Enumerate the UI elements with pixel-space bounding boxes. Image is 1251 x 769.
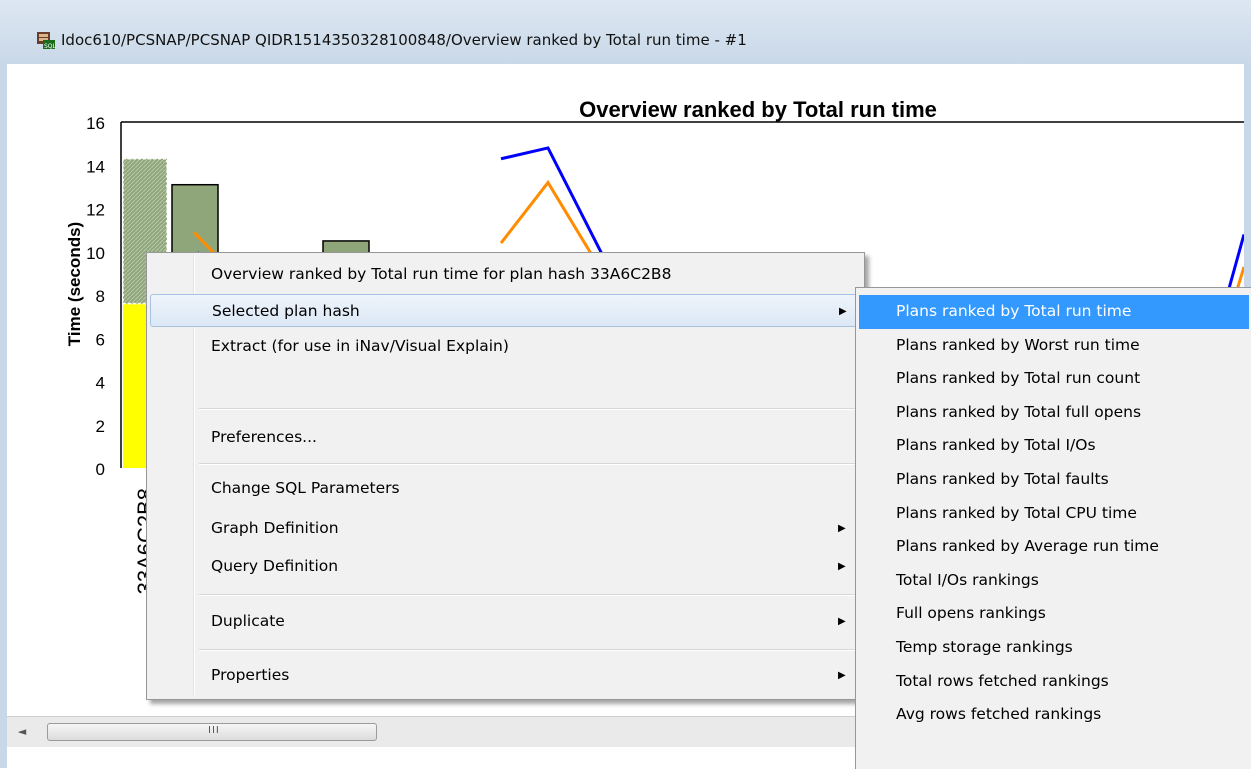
submenu-item-temp-storage-rankings[interactable]: Temp storage rankings [859, 631, 1249, 665]
menu-separator [199, 408, 859, 410]
menu-item-duplicate[interactable]: Duplicate ▶ [150, 605, 859, 638]
menu-item-label: Selected plan hash [212, 302, 360, 320]
submenu-item-plans-average-run-time[interactable]: Plans ranked by Average run time [859, 530, 1249, 564]
submenu-item-plans-total-run-time[interactable]: Plans ranked by Total run time [859, 295, 1249, 329]
scrollbar-thumb[interactable]: III [47, 723, 377, 741]
menu-item-properties[interactable]: Properties ▶ [150, 659, 859, 692]
menu-item-change-sql-parameters[interactable]: Change SQL Parameters [150, 472, 859, 505]
submenu-item-label: Total I/Os rankings [896, 570, 1039, 589]
y-tick-label: 14 [86, 157, 105, 176]
menu-item-selected-plan-hash[interactable]: Selected plan hash ▶ [150, 294, 859, 327]
submenu-item-label: Plans ranked by Total CPU time [896, 503, 1137, 522]
y-tick-label: 8 [96, 287, 105, 306]
menu-item-label: Extract (for use in iNav/Visual Explain) [211, 337, 509, 355]
menu-item-overview-for-plan-hash[interactable]: Overview ranked by Total run time for pl… [150, 258, 859, 291]
scroll-left-arrow-icon[interactable]: ◄ [7, 717, 37, 747]
menu-separator [199, 594, 859, 596]
menu-item-graph-definition[interactable]: Graph Definition ▶ [150, 512, 859, 545]
menu-item-label: Change SQL Parameters [211, 479, 400, 497]
submenu-arrow-icon: ▶ [838, 616, 846, 627]
submenu-item-label: Plans ranked by Total full opens [896, 402, 1142, 421]
submenu-item-plans-worst-run-time[interactable]: Plans ranked by Worst run time [859, 329, 1249, 363]
y-tick-label: 2 [96, 417, 105, 436]
submenu-item-label: Plans ranked by Average run time [896, 537, 1159, 556]
submenu-item-label: Plans ranked by Total run count [896, 369, 1141, 388]
menu-item-label: Query Definition [211, 557, 339, 575]
y-tick-label: 10 [86, 244, 105, 263]
submenu-item-label: Plans ranked by Total faults [896, 470, 1109, 488]
y-tick-label: 0 [96, 460, 105, 479]
menu-item-label: Properties [211, 666, 290, 684]
y-tick-label: 16 [86, 114, 105, 133]
menu-separator [199, 649, 859, 651]
chart-title: Overview ranked by Total run time [579, 97, 937, 122]
context-menu: Overview ranked by Total run time for pl… [146, 252, 865, 700]
plan-hash-submenu: Plans ranked by Total run time Plans ran… [855, 287, 1251, 769]
submenu-item-plans-total-ios[interactable]: Plans ranked by Total I/Os [859, 429, 1249, 463]
menu-item-preferences[interactable]: Preferences... [150, 421, 859, 454]
submenu-item-plans-total-run-count[interactable]: Plans ranked by Total run count [859, 362, 1249, 396]
menu-item-label: Overview ranked by Total run time for pl… [211, 265, 672, 283]
submenu-item-plans-total-cpu-time[interactable]: Plans ranked by Total CPU time [859, 497, 1249, 531]
submenu-arrow-icon: ▶ [838, 561, 846, 572]
submenu-arrow-icon: ▶ [838, 670, 846, 681]
menu-separator [199, 463, 859, 465]
menu-item-label: Duplicate [211, 612, 285, 630]
submenu-item-total-rows-fetched-rankings[interactable]: Total rows fetched rankings [859, 665, 1249, 699]
submenu-item-plans-total-faults[interactable]: Plans ranked by Total faults [859, 463, 1249, 497]
submenu-arrow-icon: ▶ [839, 306, 847, 317]
database-sql-icon: SQL [37, 32, 56, 50]
window-title: Idoc610/PCSNAP/PCSNAP QIDR15143503281008… [61, 31, 747, 49]
submenu-arrow-icon: ▶ [838, 523, 846, 534]
submenu-item-full-opens-rankings[interactable]: Full opens rankings [859, 597, 1249, 631]
y-axis-label: Time (seconds) [65, 222, 84, 346]
submenu-item-total-ios-rankings[interactable]: Total I/Os rankings [859, 564, 1249, 598]
submenu-item-label: Total rows fetched rankings [896, 671, 1109, 690]
submenu-item-label: Full opens rankings [896, 604, 1046, 623]
svg-text:SQL: SQL [44, 43, 56, 50]
submenu-item-label: Avg rows fetched rankings [896, 705, 1102, 724]
submenu-item-label: Plans ranked by Total run time [896, 302, 1132, 320]
window-frame-left [0, 64, 7, 768]
window-titlebar: SQL Idoc610/PCSNAP/PCSNAP QIDR1514350328… [0, 0, 1251, 65]
horizontal-scrollbar[interactable]: ◄ III [7, 716, 857, 747]
y-tick-label: 4 [96, 374, 105, 393]
y-tick-label: 12 [86, 201, 105, 220]
submenu-item-plans-total-full-opens[interactable]: Plans ranked by Total full opens [859, 396, 1249, 430]
menu-item-extract[interactable]: Extract (for use in iNav/Visual Explain) [150, 330, 859, 363]
submenu-item-label: Plans ranked by Total I/Os [896, 436, 1096, 455]
menu-item-label: Preferences... [211, 428, 317, 446]
submenu-item-label: Temp storage rankings [896, 638, 1073, 656]
menu-item-label: Graph Definition [211, 519, 339, 537]
menu-item-query-definition[interactable]: Query Definition ▶ [150, 550, 859, 583]
submenu-item-label: Plans ranked by Worst run time [896, 335, 1140, 354]
y-tick-label: 6 [96, 330, 105, 349]
submenu-item-avg-rows-fetched-rankings[interactable]: Avg rows fetched rankings [859, 698, 1249, 732]
scrollbar-grip-icon: III [208, 725, 220, 736]
